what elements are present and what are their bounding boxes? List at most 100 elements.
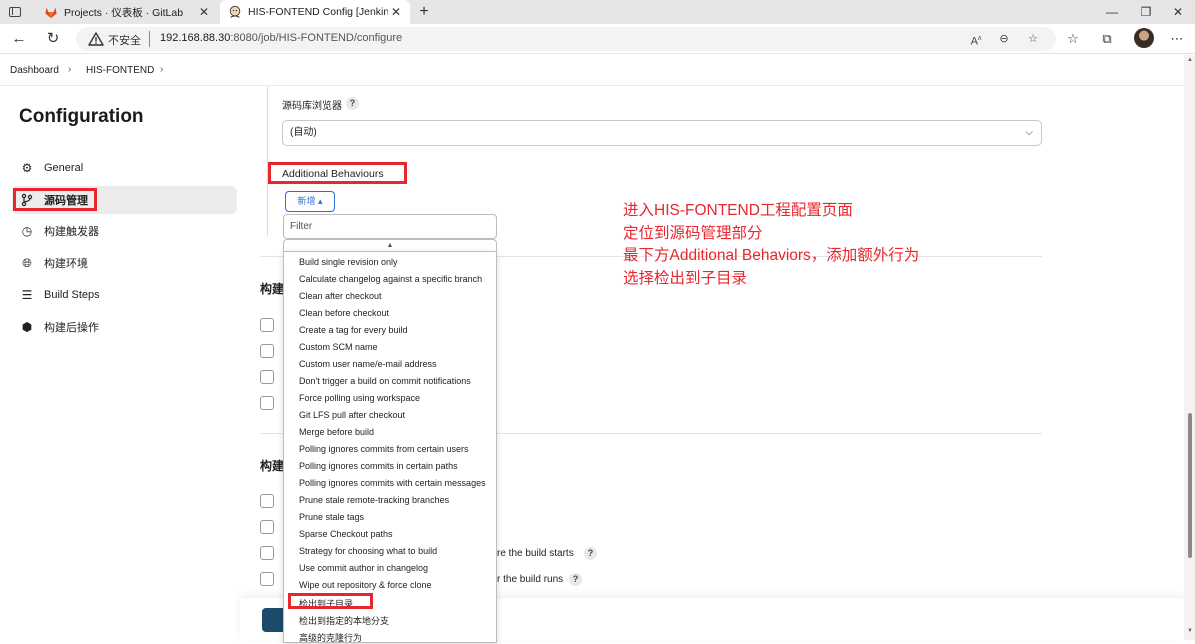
menu-item[interactable]: Wipe out repository & force clone — [299, 580, 432, 590]
scrollbar-thumb[interactable] — [1188, 413, 1192, 558]
tab-gitlab[interactable]: Projects · 仪表板 · GitLab ✕ — [36, 0, 218, 24]
url-path: :8080/job/HIS-FONTEND/configure — [230, 32, 403, 44]
clock-icon: ◷ — [21, 224, 33, 238]
chevron-down-icon: ⌵ — [1025, 127, 1033, 138]
menu-item[interactable]: Clean before checkout — [299, 308, 389, 318]
additional-behaviours-title: Additional Behaviours — [282, 168, 384, 180]
maximize-icon[interactable]: ❐ — [1128, 0, 1164, 24]
menu-item[interactable]: Custom user name/e-mail address — [299, 359, 437, 369]
scroll-up-icon[interactable]: ▲ — [1185, 57, 1195, 63]
breadcrumb-job[interactable]: HIS-FONTEND — [86, 65, 154, 76]
zoom-icon[interactable]: ⊖ — [995, 31, 1013, 47]
read-aloud-icon[interactable]: Aʌ — [967, 31, 985, 48]
env-checkbox[interactable] — [260, 572, 274, 586]
window-close-icon[interactable]: ✕ — [1160, 0, 1195, 24]
menu-item[interactable]: Force polling using workspace — [299, 393, 420, 403]
close-icon[interactable]: ✕ — [388, 5, 404, 19]
menu-item[interactable]: Build single revision only — [299, 257, 398, 267]
menu-item[interactable]: Don't trigger a build on commit notifica… — [299, 376, 471, 386]
annotation-line: 最下方Additional Behaviors，添加额外行为 — [623, 247, 920, 264]
tab-jenkins[interactable]: HIS-FONTEND Config [Jenkins] ✕ — [220, 0, 410, 24]
url-separator — [149, 31, 150, 47]
menu-item[interactable]: Polling ignores commits in certain paths — [299, 461, 458, 471]
favorite-add-icon[interactable]: ☆ — [1024, 31, 1042, 47]
more-icon[interactable]: ⋯ — [1166, 29, 1188, 49]
avatar[interactable] — [1134, 28, 1154, 48]
url-text[interactable]: 192.168.88.30:8080/job/HIS-FONTEND/confi… — [160, 32, 402, 44]
save-button[interactable] — [262, 608, 284, 632]
menu-item[interactable]: Polling ignores commits with certain mes… — [299, 478, 486, 488]
section-heading-triggers: 构建 — [260, 282, 285, 296]
sidebar-item-label: 构建环境 — [44, 258, 88, 270]
menu-item[interactable]: Git LFS pull after checkout — [299, 410, 405, 420]
tab-actions-icon[interactable] — [6, 3, 24, 21]
repo-browser-select[interactable]: (自动) ⌵ — [282, 120, 1042, 146]
reload-icon[interactable]: ↻ — [42, 29, 64, 49]
behaviour-dropdown-menu: Build single revision only Calculate cha… — [283, 251, 497, 643]
section-heading-environment: 构建 — [260, 459, 285, 473]
address-bar-row: ← ↻ 不安全 192.168.88.30:8080/job/HIS-FONTE… — [0, 24, 1195, 54]
menu-item[interactable]: Use commit author in changelog — [299, 563, 428, 573]
globe-icon: 🌐︎ — [22, 256, 32, 270]
env-checkbox[interactable] — [260, 494, 274, 508]
branch-icon — [21, 193, 33, 207]
menu-item[interactable]: Create a tag for every build — [299, 325, 408, 335]
scroll-down-icon[interactable]: ▼ — [1185, 628, 1195, 634]
env-checkbox[interactable] — [260, 546, 274, 560]
repo-browser-label: 源码库浏览器 — [282, 101, 342, 112]
trigger-checkbox[interactable] — [260, 396, 274, 410]
close-icon[interactable]: ✕ — [196, 5, 212, 19]
cube-icon: ⬢ — [21, 320, 33, 334]
menu-item[interactable]: Calculate changelog against a specific b… — [299, 274, 482, 284]
dropdown-scroll-up[interactable]: ▲ — [283, 239, 497, 251]
menu-item[interactable]: 高级的克隆行为 — [299, 631, 362, 644]
gear-icon: ⚙ — [21, 161, 33, 175]
menu-item[interactable]: Polling ignores commits from certain use… — [299, 444, 469, 454]
help-icon[interactable]: ? — [346, 97, 359, 110]
list-icon: ☰ — [21, 288, 33, 302]
collections-icon[interactable]: ⧉ — [1096, 29, 1118, 49]
favorites-icon[interactable]: ☆ — [1062, 29, 1084, 49]
back-icon[interactable]: ← — [8, 29, 30, 49]
new-tab-icon[interactable]: + — [414, 2, 434, 22]
breadcrumb-dashboard[interactable]: Dashboard — [10, 65, 59, 76]
sidebar-item-label: General — [44, 162, 84, 174]
env-option-label: r the build runs — [497, 574, 564, 585]
trigger-checkbox[interactable] — [260, 318, 274, 332]
menu-item[interactable]: Prune stale tags — [299, 512, 364, 522]
annotation-note: 进入HIS-FONTEND工程配置页面 定位到源码管理部分 最下方Additio… — [623, 200, 919, 290]
minimize-icon[interactable]: — — [1094, 0, 1130, 24]
tab-title: HIS-FONTEND Config [Jenkins] — [248, 6, 388, 18]
sidebar-item-scm[interactable]: 源码管理 — [12, 186, 237, 214]
sidebar-item-triggers[interactable]: ◷ 构建触发器 — [12, 217, 237, 245]
warning-icon — [88, 32, 104, 46]
menu-item[interactable]: Clean after checkout — [299, 291, 382, 301]
menu-item[interactable]: Sparse Checkout paths — [299, 529, 393, 539]
sidebar-item-general[interactable]: ⚙ General — [12, 154, 237, 182]
insecure-label: 不安全 — [108, 35, 141, 47]
sidebar-item-post-build[interactable]: ⬢ 构建后操作 — [12, 313, 237, 341]
menu-item[interactable]: Strategy for choosing what to build — [299, 546, 437, 556]
menu-item[interactable]: Custom SCM name — [299, 342, 378, 352]
env-checkbox[interactable] — [260, 520, 274, 534]
sidebar-item-label: Build Steps — [44, 289, 100, 301]
menu-item-checkout-subdir[interactable]: 检出到子目录 — [299, 597, 353, 610]
help-icon[interactable]: ? — [569, 573, 582, 586]
tab-title: Projects · 仪表板 · GitLab — [64, 6, 184, 19]
browser-tab-bar: Projects · 仪表板 · GitLab ✕ HIS-FONTEND Co… — [0, 0, 1195, 24]
add-behaviour-button[interactable]: 新增 ▴ — [285, 191, 335, 212]
jenkins-butler-icon — [229, 5, 241, 18]
trigger-checkbox[interactable] — [260, 370, 274, 384]
breadcrumb: Dashboard › HIS-FONTEND › — [0, 55, 1195, 86]
chevron-right-icon: › — [68, 64, 72, 75]
menu-item[interactable]: 检出到指定的本地分支 — [299, 614, 389, 627]
trigger-checkbox[interactable] — [260, 344, 274, 358]
url-bar[interactable]: 不安全 192.168.88.30:8080/job/HIS-FONTEND/c… — [76, 27, 1056, 51]
annotation-line: 选择检出到子目录 — [623, 269, 748, 287]
menu-item[interactable]: Merge before build — [299, 427, 374, 437]
sidebar-item-build-steps[interactable]: ☰ Build Steps — [12, 281, 237, 309]
menu-item[interactable]: Prune stale remote-tracking branches — [299, 495, 449, 505]
filter-input[interactable]: Filter — [283, 214, 497, 239]
sidebar-item-environment[interactable]: 🌐︎ 构建环境 — [12, 249, 237, 277]
help-icon[interactable]: ? — [584, 547, 597, 560]
